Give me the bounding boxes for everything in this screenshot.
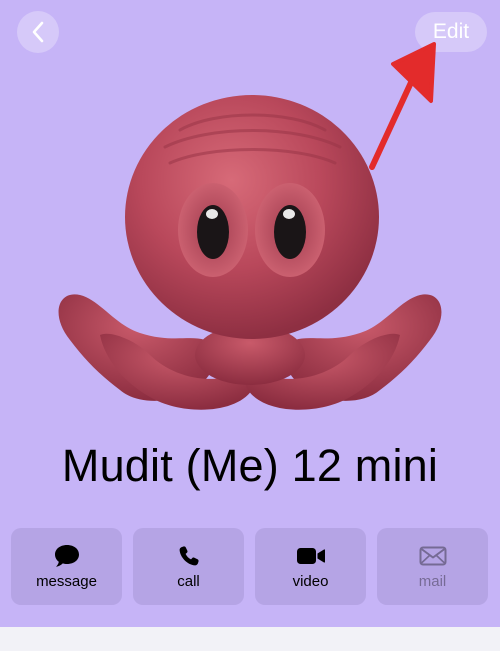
edit-button[interactable]: Edit xyxy=(415,12,487,52)
video-camera-icon xyxy=(296,548,325,564)
call-label: call xyxy=(177,573,200,590)
mail-label: mail xyxy=(418,573,447,590)
envelope-icon xyxy=(419,546,446,566)
back-button[interactable] xyxy=(17,11,59,53)
quick-actions: message call video mail xyxy=(11,528,489,605)
contact-poster: Edit Mudit (Me) 12 mini message call vid… xyxy=(0,0,500,627)
mail-button[interactable]: mail xyxy=(377,528,488,605)
video-label: video xyxy=(292,573,329,590)
details-sheet-edge xyxy=(0,627,500,651)
message-button[interactable]: message xyxy=(11,528,122,605)
contact-name: Mudit (Me) 12 mini xyxy=(61,440,439,491)
message-label: message xyxy=(36,573,97,590)
message-bubble-icon xyxy=(54,545,79,567)
chevron-left-icon xyxy=(32,21,44,43)
video-button[interactable]: video xyxy=(255,528,366,605)
octopus-avatar xyxy=(58,95,442,410)
call-button[interactable]: call xyxy=(133,528,244,605)
phone-icon xyxy=(179,546,199,566)
